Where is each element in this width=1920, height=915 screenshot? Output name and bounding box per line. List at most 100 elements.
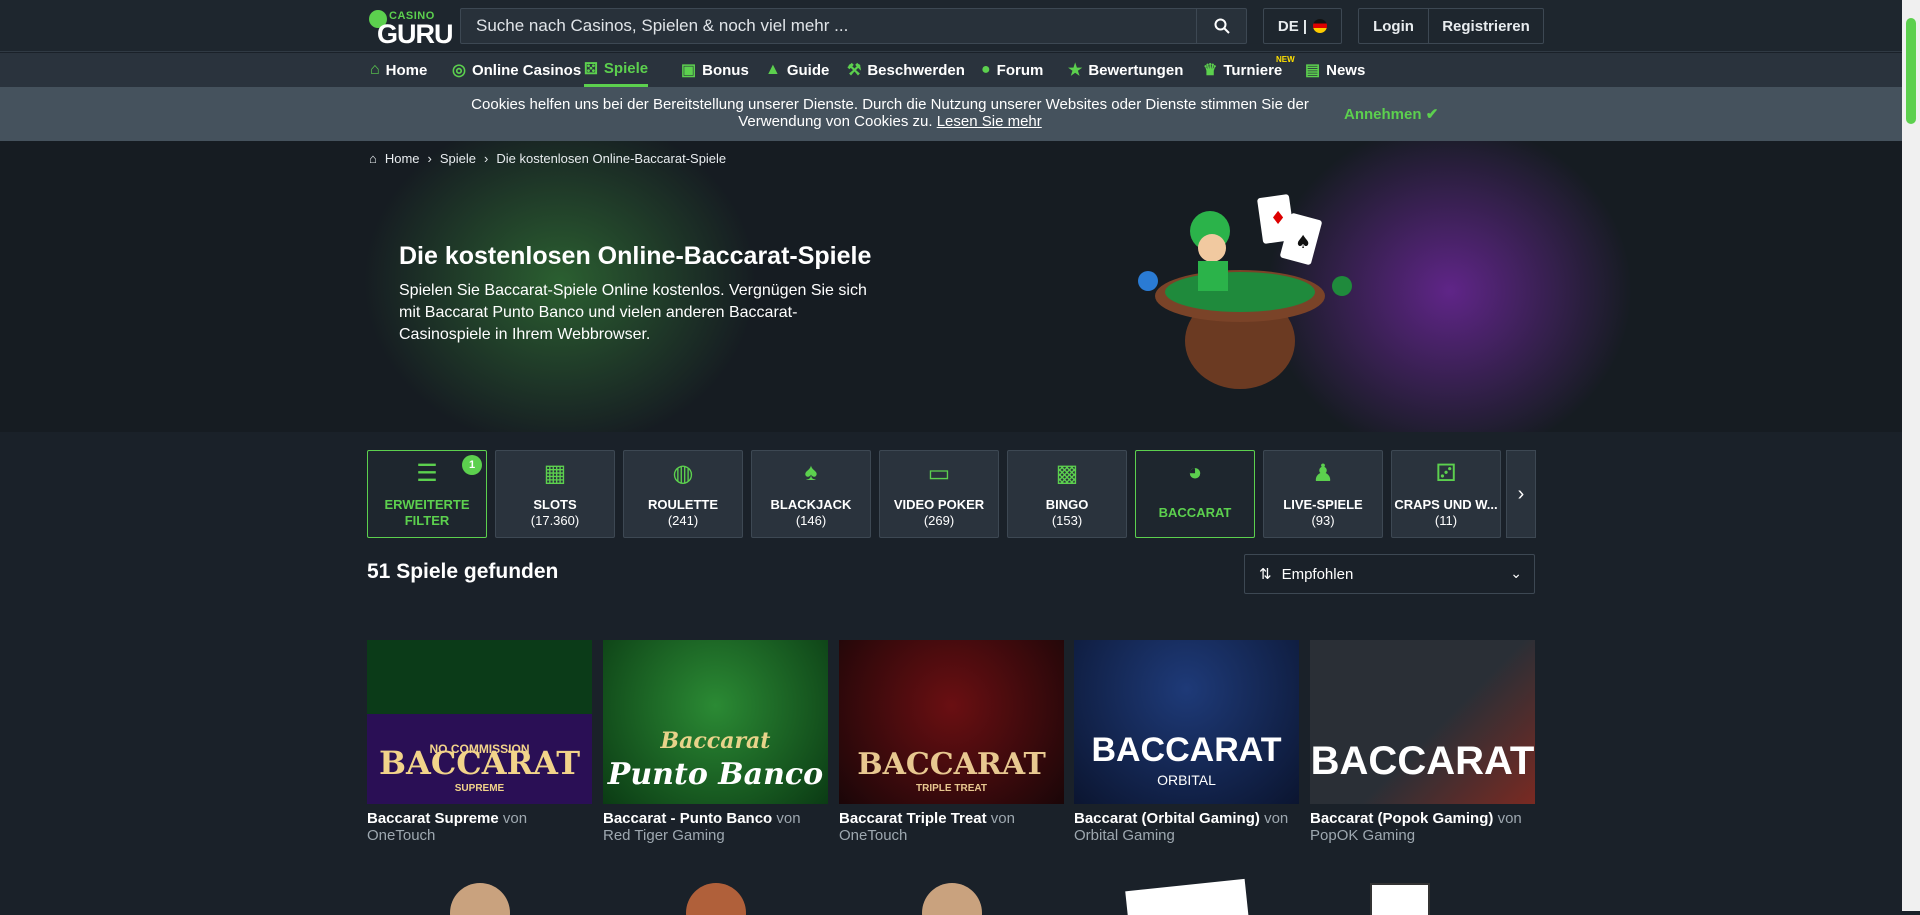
bingo-grid-icon: ▩ [1055,460,1079,487]
filter-craps[interactable]: ⚂ CRAPS UND W... (11) [1391,450,1501,538]
cards-icon: ♠ [804,459,818,486]
game-provider[interactable]: OneTouch [839,827,907,844]
filter-count: (146) [795,513,827,528]
filter-label: LIVE-SPIELE [1283,497,1363,512]
game-card[interactable]: NO COMMISSION BACCARAT SUPREME Baccarat … [367,640,592,844]
filter-live-games[interactable]: ♟ LIVE-SPIELE (93) [1263,450,1383,538]
game-thumbnail[interactable]: BACCARAT [1310,640,1535,804]
game-thumbnail[interactable]: NO COMMISSION BACCARAT SUPREME [367,640,592,804]
login-button[interactable]: Login [1359,9,1429,43]
game-provider[interactable]: PopOK Gaming [1310,827,1415,844]
search-box [460,8,1247,44]
game-name[interactable]: Baccarat - Punto Banco [603,810,772,827]
check-icon: ✔ [1425,106,1439,123]
game-card[interactable]: Baccarat Punto Banco Baccarat - Punto Ba… [603,640,828,844]
game-title: Baccarat Supreme von OneTouch [367,810,592,844]
filter-video-poker[interactable]: ▭ VIDEO POKER (269) [879,450,999,538]
register-button[interactable]: Registrieren [1429,9,1543,43]
nav-label: Spiele [603,60,649,77]
chip-icon: ◎ [452,62,466,79]
game-name[interactable]: Baccarat (Popok Gaming) [1310,810,1493,827]
search-input[interactable] [461,9,1196,43]
nav-item-beschwerden[interactable]: ⚒ Beschwerden [847,53,965,87]
nav-item-spiele[interactable]: ⚄ Spiele [584,53,649,87]
filter-bingo[interactable]: ▩ BINGO (153) [1007,450,1127,538]
sort-icon: ⇅ [1259,566,1272,583]
nav-label: Beschwerden [867,61,965,79]
breadcrumb-current: Die kostenlosen Online-Baccarat-Spiele [496,151,727,166]
nav-label: Guide [786,61,830,79]
game-title: Baccarat - Punto Banco von Red Tiger Gam… [603,810,828,844]
page-scrollbar[interactable] [1902,0,1920,911]
game-title: Baccarat (Orbital Gaming) von Orbital Ga… [1074,810,1299,844]
nav-item-online-casinos[interactable]: ◎ Online Casinos [452,53,581,87]
game-name[interactable]: Baccarat (Orbital Gaming) [1074,810,1260,827]
breadcrumb-home[interactable]: Home [385,151,420,166]
nav-label: Turniere [1223,61,1283,79]
main-nav: ⌂ Home ◎ Online Casinos ⚄ Spiele ▣ Bonus ▲ Gu… [0,53,1920,87]
filter-count: (93) [1311,513,1335,528]
chevron-right-icon: › [427,151,432,166]
accept-label: Annehmen [1344,106,1422,123]
game-category-filters: 1 ☰ ERWEITERTE FILTER ▦ SLOTS (17.360) ◍… [367,450,1537,538]
hero-section: ⌂ Home › Spiele › Die kostenlosen Online… [0,141,1920,432]
filter-count: (269) [923,513,955,528]
nav-item-guide[interactable]: ▲ Guide [765,53,829,87]
newspaper-icon: ▤ [1305,62,1321,79]
thumb-subtitle: TRIPLE TREAT [916,783,987,794]
game-thumbnail-partial[interactable] [603,875,828,915]
filter-advanced[interactable]: 1 ☰ ERWEITERTE FILTER [367,450,487,538]
cookie-text: Cookies helfen uns bei der Bereitstellun… [471,96,1309,130]
filter-label: VIDEO POKER [893,497,985,512]
filter-label: SLOTS [533,497,577,512]
game-thumbnail[interactable]: BACCARAT TRIPLE TREAT [839,640,1064,804]
game-provider[interactable]: Red Tiger Gaming [603,827,725,844]
filter-blackjack[interactable]: ♠ BLACKJACK (146) [751,450,871,538]
nav-item-forum[interactable]: ● Forum [981,53,1043,87]
thumb-subtitle-2: SUPREME [454,783,505,794]
breadcrumb-spiele[interactable]: Spiele [440,151,476,166]
game-card[interactable]: BACCARAT Baccarat (Popok Gaming) von Pop… [1310,640,1535,844]
filter-slots[interactable]: ▦ SLOTS (17.360) [495,450,615,538]
nav-item-home[interactable]: ⌂ Home [370,53,427,87]
game-thumbnail[interactable]: BACCARAT ORBITAL [1074,640,1299,804]
cookie-accept-button[interactable]: Annehmen ✔ [1344,105,1438,123]
nav-item-bonus[interactable]: ▣ Bonus [681,53,749,87]
cookie-read-more-link[interactable]: Lesen Sie mehr [937,113,1042,130]
filter-count: (17.360) [530,513,580,528]
roulette-icon: ◍ [672,460,694,487]
auth-buttons: Login Registrieren [1358,8,1544,44]
thumb-title: BACCARAT [378,744,581,782]
casino-guru-logo[interactable]: CASINO GURU [367,8,453,49]
dice-icon: ⚂ [1435,460,1457,487]
game-thumbnail-partial[interactable] [1074,875,1299,915]
game-name[interactable]: Baccarat Triple Treat [839,810,987,827]
game-thumbnail[interactable]: Baccarat Punto Banco [603,640,828,804]
filters-next-button[interactable]: › [1506,450,1536,538]
game-card[interactable]: BACCARAT TRIPLE TREAT Baccarat Triple Tr… [839,640,1064,844]
nav-item-bewertungen[interactable]: ★ Bewertungen [1068,53,1183,87]
nav-item-turniere[interactable]: ♛ Turniere [1203,53,1282,87]
dealer-icon: ♟ [1312,460,1334,487]
scrollbar-thumb[interactable] [1906,18,1916,124]
filter-label: CRAPS UND W... [1394,497,1498,512]
thumb-subtitle: Baccarat [660,728,771,754]
game-card[interactable]: BACCARAT ORBITAL Baccarat (Orbital Gamin… [1074,640,1299,844]
game-provider[interactable]: Orbital Gaming [1074,827,1175,844]
game-provider[interactable]: OneTouch [367,827,435,844]
search-icon [1214,18,1230,34]
filter-roulette[interactable]: ◍ ROULETTE (241) [623,450,743,538]
search-button[interactable] [1196,9,1246,43]
game-thumbnail-partial[interactable] [367,875,592,915]
game-by: von [776,810,801,827]
filter-baccarat[interactable]: ◕ BACCARAT [1135,450,1255,538]
nav-item-news[interactable]: ▤ News [1305,53,1365,87]
sort-dropdown[interactable]: ⇅ Empfohlen ⌄ [1244,554,1535,594]
results-count: 51 Spiele gefunden [367,560,559,583]
language-selector[interactable]: DE | [1263,8,1342,44]
game-thumbnail-partial[interactable] [839,875,1064,915]
logo-guru-text: GURU [377,19,453,49]
game-name[interactable]: Baccarat Supreme [367,810,499,827]
thumb-title: BACCARAT [1310,739,1535,783]
game-thumbnail-partial[interactable] [1310,875,1535,915]
